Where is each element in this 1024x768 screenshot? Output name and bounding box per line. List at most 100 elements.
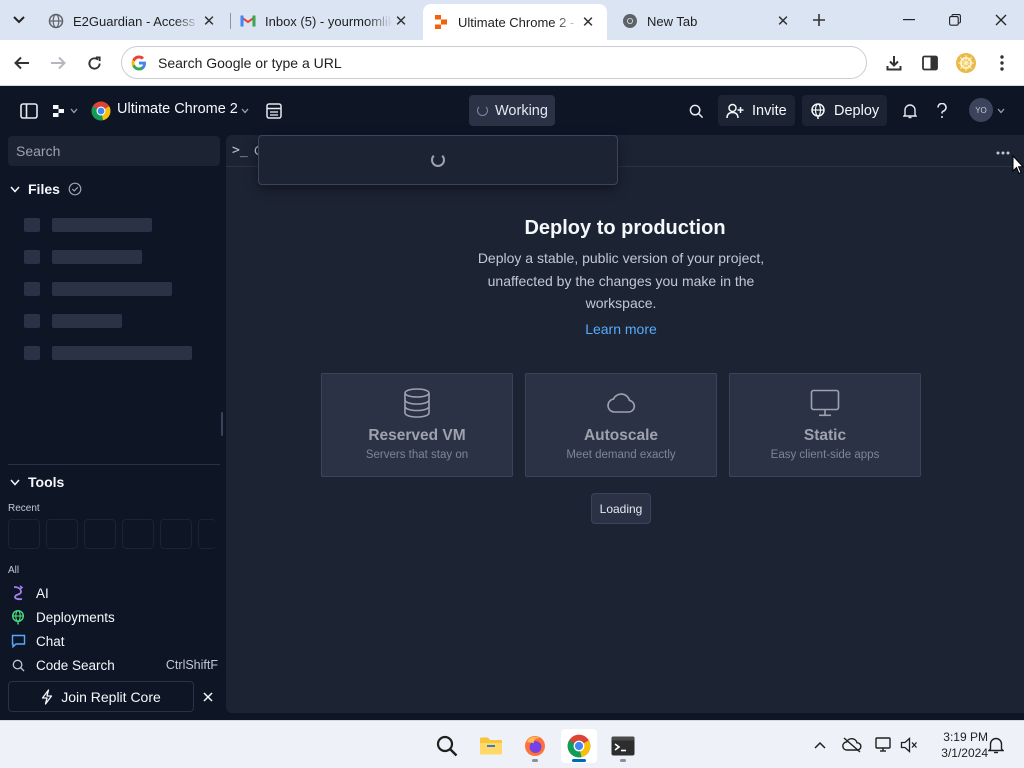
show-hidden-icons-button[interactable] <box>810 735 830 755</box>
omnibox-input[interactable] <box>158 54 838 71</box>
more-horizontal-icon[interactable] <box>996 142 1010 159</box>
join-replit-core-button[interactable]: Join Replit Core <box>8 681 194 712</box>
downloads-button[interactable] <box>881 50 907 76</box>
user-avatar[interactable]: YO <box>969 98 993 122</box>
recent-label: Recent <box>8 503 40 514</box>
network-icon[interactable] <box>874 735 894 755</box>
chevron-up-icon <box>814 741 826 749</box>
chevron-down-icon <box>13 16 25 24</box>
tool-item-chat[interactable]: Chat <box>8 630 218 652</box>
chevron-down-icon <box>10 479 20 486</box>
deploy-description: Deploy a stable, public version of your … <box>477 250 765 311</box>
deployment-type-autoscale[interactable]: Autoscale Meet demand exactly <box>525 373 717 477</box>
browser-tab-e2guardian[interactable]: E2Guardian - Access D ✕ <box>38 6 228 36</box>
forward-button[interactable] <box>45 50 71 76</box>
google-icon <box>130 54 148 72</box>
repl-name[interactable]: Ultimate Chrome 2 <box>117 101 238 117</box>
recent-tool-slot[interactable] <box>46 519 78 549</box>
taskbar-terminal[interactable] <box>605 729 641 763</box>
taskbar-file-explorer[interactable] <box>473 729 509 763</box>
taskbar-firefox[interactable] <box>517 729 553 763</box>
close-tab-icon[interactable]: ✕ <box>579 13 597 31</box>
run-status-label: Working <box>495 102 548 119</box>
taskbar-search-button[interactable] <box>429 729 465 763</box>
deployment-type-reserved-vm[interactable]: Reserved VM Servers that stay on <box>321 373 513 477</box>
browser-tab-replit[interactable]: Ultimate Chrome 2 - R ✕ <box>423 4 607 40</box>
system-clock[interactable]: 3:19 PM 3/1/2024 <box>928 729 988 761</box>
side-panel-icon <box>922 55 938 71</box>
help-button[interactable] <box>932 99 952 123</box>
plus-icon <box>813 14 825 26</box>
deployments-pane: >_ C Deploy to production Deploy a stabl… <box>226 135 1024 713</box>
profile-avatar-icon <box>956 53 976 73</box>
browser-tab-newtab[interactable]: New Tab ✕ <box>612 6 802 36</box>
close-tab-icon[interactable]: ✕ <box>774 12 792 30</box>
recent-tool-slot[interactable] <box>84 519 116 549</box>
reload-icon <box>87 55 101 70</box>
omnibox[interactable] <box>121 46 867 79</box>
sidebar-resize-handle[interactable] <box>221 412 223 436</box>
recent-tool-slot[interactable] <box>160 519 192 549</box>
profile-button[interactable] <box>953 50 979 76</box>
close-tab-icon[interactable]: ✕ <box>200 12 218 30</box>
volume-muted-icon[interactable] <box>899 735 919 755</box>
layout-icon <box>266 103 282 119</box>
notifications-button[interactable] <box>900 99 920 123</box>
deployment-type-static[interactable]: Static Easy client-side apps <box>729 373 921 477</box>
back-button[interactable] <box>9 50 35 76</box>
side-panel-button[interactable] <box>917 50 943 76</box>
globe-icon <box>48 13 64 29</box>
replit-menu-button[interactable] <box>50 99 80 123</box>
sidebar-search-input[interactable] <box>16 143 206 159</box>
tab-search-button[interactable] <box>6 8 32 32</box>
search-button[interactable] <box>686 99 706 123</box>
tool-item-deployments[interactable]: Deployments <box>8 606 218 628</box>
window-close-button[interactable] <box>978 6 1024 34</box>
chrome-icon <box>622 13 638 29</box>
new-tab-button[interactable] <box>808 9 830 31</box>
recent-tool-slot[interactable] <box>8 519 40 549</box>
search-icon <box>689 104 703 118</box>
monitor-icon <box>810 388 840 418</box>
chevron-down-icon[interactable] <box>238 99 252 123</box>
chrome-menu-button[interactable] <box>989 50 1015 76</box>
running-indicator <box>572 759 586 762</box>
restore-button[interactable] <box>932 6 978 34</box>
tool-item-code-search[interactable]: Code Search CtrlShiftF <box>8 654 218 676</box>
browser-tab-gmail[interactable]: Inbox (5) - yourmomlik ✕ <box>230 6 420 36</box>
file-skeleton-row <box>24 250 142 264</box>
lightning-icon <box>42 688 53 705</box>
tools-section-header[interactable]: Tools <box>10 474 64 490</box>
learn-more-label[interactable]: Learn more <box>585 321 657 337</box>
tab-title: E2Guardian - Access D <box>73 13 200 29</box>
tab-title: Inbox (5) - yourmomlik <box>265 13 392 29</box>
taskbar-chrome[interactable] <box>561 729 597 763</box>
toggle-sidebar-button[interactable] <box>18 99 40 123</box>
repl-info-button[interactable] <box>264 99 284 123</box>
search-icon <box>436 735 458 757</box>
files-section-header[interactable]: Files <box>10 181 82 197</box>
reload-button[interactable] <box>81 50 107 76</box>
mouse-cursor-icon <box>1012 154 1024 180</box>
tool-item-ai[interactable]: AI <box>8 582 218 604</box>
onedrive-offline-icon[interactable] <box>842 735 862 755</box>
deploy-button[interactable]: Deploy <box>802 95 888 126</box>
minimize-button[interactable] <box>886 6 932 34</box>
run-status-button[interactable]: Working <box>469 95 555 126</box>
loading-tooltip: Loading <box>591 493 651 524</box>
terminal-icon: >_ <box>232 143 248 158</box>
notifications-icon[interactable] <box>986 735 1006 755</box>
dismiss-button[interactable] <box>199 688 217 706</box>
recent-tool-slot[interactable] <box>122 519 154 549</box>
sidebar: Files Tools Recent All AI Deployments Ch… <box>0 135 223 720</box>
file-skeleton-row <box>24 218 152 232</box>
deploy-globe-icon <box>811 102 825 119</box>
file-skeleton-row <box>24 314 122 328</box>
close-tab-icon[interactable]: ✕ <box>392 12 410 30</box>
tab-title: Ultimate Chrome 2 - R <box>458 14 579 30</box>
recent-tool-slot[interactable] <box>198 519 216 549</box>
invite-button[interactable]: Invite <box>718 95 795 126</box>
tool-item-label: AI <box>36 585 49 601</box>
sidebar-search[interactable] <box>8 136 220 166</box>
chevron-down-icon[interactable] <box>996 99 1006 123</box>
